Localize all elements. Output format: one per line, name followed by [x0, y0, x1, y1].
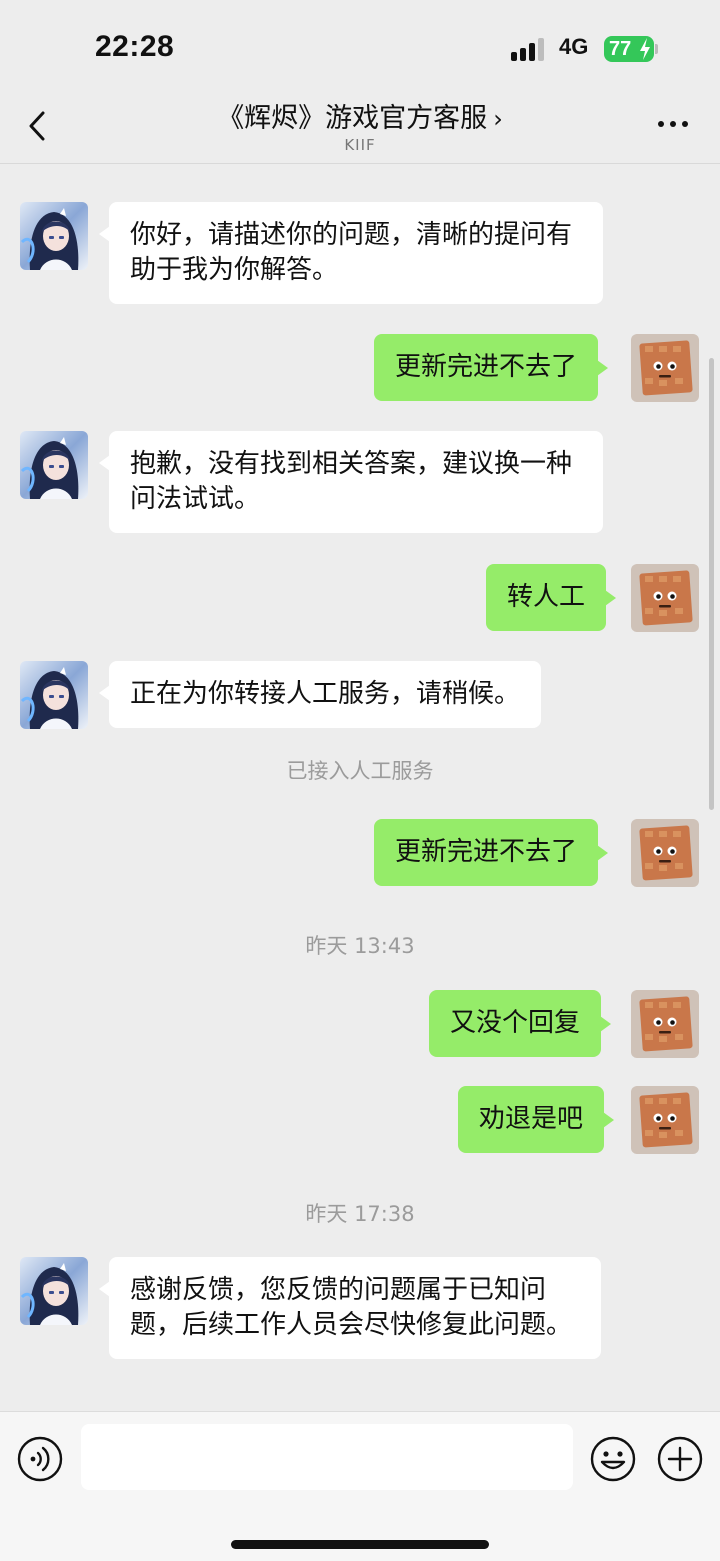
- scrollbar[interactable]: [709, 358, 714, 810]
- user-avatar[interactable]: [631, 990, 699, 1058]
- agent-avatar[interactable]: [20, 431, 88, 499]
- message-bubble-outgoing[interactable]: 劝退是吧: [458, 1086, 615, 1153]
- signal-icon: [511, 37, 547, 61]
- voice-icon[interactable]: [17, 1436, 63, 1482]
- timestamp: 昨天 17:38: [305, 1202, 415, 1226]
- input-bar: [0, 1411, 720, 1561]
- battery-tip: [655, 44, 658, 54]
- message-bubble-outgoing[interactable]: 更新完进不去了: [374, 819, 609, 886]
- user-avatar[interactable]: [631, 819, 699, 887]
- emoji-icon[interactable]: [589, 1435, 637, 1483]
- user-avatar[interactable]: [631, 564, 699, 632]
- message-input[interactable]: [81, 1424, 573, 1490]
- message-bubble-outgoing[interactable]: 更新完进不去了: [374, 334, 609, 401]
- message-list[interactable]: 你好，请描述你的问题，清晰的提问有助于我为你解答。 更新完进不去了 抱歉，没有找…: [0, 164, 720, 1411]
- battery-level: 77: [609, 37, 632, 60]
- chat-subtitle: KIIF: [344, 136, 376, 154]
- message-bubble-incoming[interactable]: 抱歉，没有找到相关答案，建议换一种问法试试。: [99, 431, 603, 533]
- home-indicator: [231, 1540, 489, 1549]
- user-avatar[interactable]: [631, 334, 699, 402]
- message-bubble-incoming[interactable]: 正在为你转接人工服务，请稍候。: [98, 661, 542, 728]
- message-bubble-outgoing[interactable]: 转人工: [486, 564, 617, 631]
- agent-avatar[interactable]: [20, 661, 88, 729]
- timestamp: 昨天 13:43: [305, 934, 415, 958]
- system-notice: 已接入人工服务: [286, 759, 434, 783]
- plus-icon[interactable]: [656, 1435, 704, 1483]
- chat-title-button[interactable]: 《辉烬》游戏官方客服 ›: [0, 96, 720, 135]
- message-bubble-incoming[interactable]: 你好，请描述你的问题，清晰的提问有助于我为你解答。: [99, 202, 603, 304]
- chevron-right-icon: ›: [493, 105, 503, 133]
- charging-icon: [640, 38, 650, 60]
- network-type: 4G: [559, 34, 589, 59]
- agent-avatar[interactable]: [20, 1257, 88, 1325]
- status-time: 22:28: [95, 30, 175, 63]
- message-bubble-incoming[interactable]: 感谢反馈，您反馈的问题属于已知问题，后续工作人员会尽快修复此问题。: [99, 1257, 601, 1359]
- user-avatar[interactable]: [631, 1086, 699, 1154]
- agent-avatar[interactable]: [20, 202, 88, 270]
- chat-title: 《辉烬》游戏官方客服: [217, 103, 488, 134]
- chat-header: 《辉烬》游戏官方客服 › KIIF: [0, 90, 720, 164]
- message-bubble-outgoing[interactable]: 又没个回复: [429, 990, 612, 1057]
- status-bar: 22:28 4G 77: [0, 0, 720, 90]
- more-icon[interactable]: [655, 114, 691, 134]
